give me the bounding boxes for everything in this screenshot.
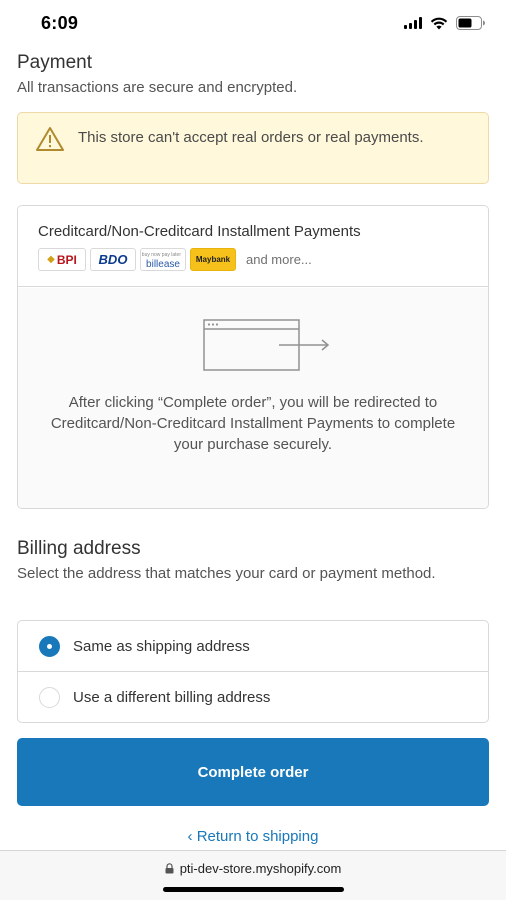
status-time: 6:09: [41, 13, 79, 33]
radio-same-as-shipping[interactable]: [39, 635, 60, 657]
radio-different-billing[interactable]: [39, 687, 60, 708]
lock-icon: [165, 863, 174, 874]
payment-subtitle: All transactions are secure and encrypte…: [17, 79, 298, 96]
billing-title: Billing address: [17, 538, 141, 559]
bdo-logo: BDO: [90, 248, 136, 271]
redirect-message: After clicking “Complete order”, you wil…: [50, 394, 456, 453]
checkout-page: 6:09 Payment All transactions are secure…: [0, 0, 506, 900]
warning-icon: [36, 127, 64, 151]
maybank-logo: Maybank: [190, 248, 236, 271]
return-to-shipping-link[interactable]: ‹ Return to shipping: [0, 828, 506, 845]
browser-url-bar[interactable]: pti-dev-store.myshopify.com: [0, 850, 506, 900]
wifi-icon: [430, 17, 448, 29]
billing-options: Same as shipping address Use a different…: [17, 620, 489, 723]
billease-logo: buy now pay later billease: [140, 248, 186, 271]
status-bar: 6:09: [0, 0, 506, 48]
signal-icon: [404, 17, 422, 29]
and-more-label: and more...: [246, 252, 312, 267]
battery-icon: [456, 16, 485, 30]
billing-option-label: Same as shipping address: [73, 637, 250, 655]
payment-method-box: Creditcard/Non-Creditcard Installment Pa…: [17, 205, 489, 509]
complete-order-button[interactable]: Complete order: [17, 738, 489, 806]
billing-option-label: Use a different billing address: [73, 689, 271, 706]
notice-text: This store can't accept real orders or r…: [78, 129, 424, 146]
bank-logos: ◆ BPI BDO buy now pay later billease Mayb…: [38, 248, 312, 271]
billing-option-different[interactable]: Use a different billing address: [18, 672, 488, 722]
url-text: pti-dev-store.myshopify.com: [179, 861, 342, 876]
status-icons: [404, 16, 486, 30]
billing-option-same[interactable]: Same as shipping address: [18, 621, 488, 672]
payment-title: Payment: [17, 52, 92, 73]
home-indicator: [163, 887, 344, 892]
payment-method-header[interactable]: Creditcard/Non-Creditcard Installment Pa…: [18, 206, 488, 287]
billing-subtitle: Select the address that matches your car…: [17, 565, 436, 582]
payment-method-details: After clicking “Complete order”, you wil…: [18, 288, 488, 508]
test-mode-notice: This store can't accept real orders or r…: [17, 112, 489, 184]
browser-redirect-icon: [203, 319, 330, 371]
payment-method-name: Creditcard/Non-Creditcard Installment Pa…: [38, 223, 361, 240]
bpi-logo: ◆ BPI: [38, 248, 86, 271]
url-display: pti-dev-store.myshopify.com: [0, 861, 506, 876]
